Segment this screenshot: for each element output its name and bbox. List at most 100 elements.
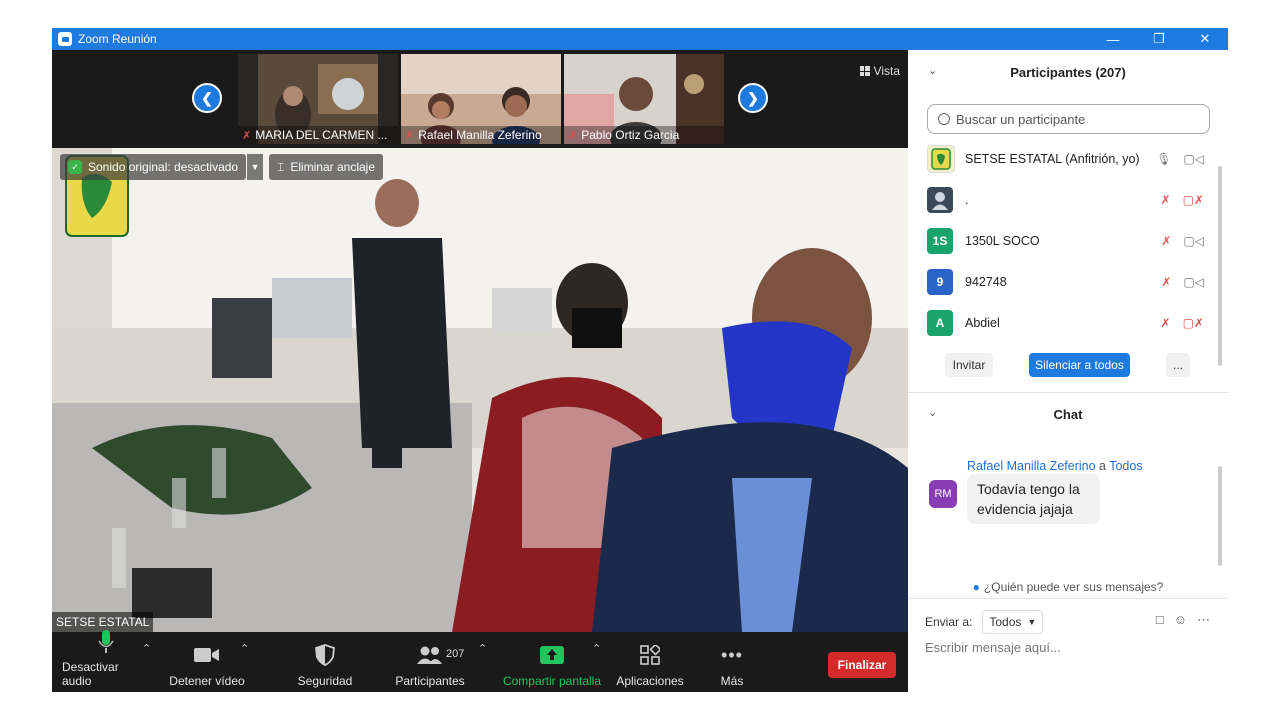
person-icon: ● [972, 580, 980, 594]
mic-muted-icon[interactable]: ✗ [1161, 193, 1171, 207]
mic-muted-icon: ✗ [405, 129, 415, 142]
video-camera-icon[interactable]: ▢◁ [1183, 275, 1204, 289]
emoji-icon[interactable]: ☺ [1174, 612, 1187, 628]
file-icon[interactable]: □ [1156, 612, 1164, 628]
zoom-window: Zoom Reunión — ❐ ✕ ❮ ✗ MARIA DEL CARMEN .… [52, 28, 1228, 692]
participant-actions: Invitar Silenciar a todos ... [908, 353, 1228, 377]
title-bar: Zoom Reunión — ❐ ✕ [52, 28, 1228, 50]
next-page-button[interactable]: ❯ [738, 83, 768, 113]
participant-row[interactable]: 9 942748 ✗ ▢◁ [908, 261, 1218, 302]
participants-options-caret-icon[interactable]: ⌃ [478, 642, 487, 655]
more-label: Más [720, 674, 744, 688]
participant-search-input[interactable]: Buscar un participante [927, 104, 1210, 134]
share-screen-icon [540, 642, 564, 668]
thumbnail-name: MARIA DEL CARMEN ... [255, 128, 388, 142]
grid-view-icon [859, 66, 870, 76]
mic-muted-icon: ✗ [568, 129, 578, 142]
apps-icon [640, 642, 660, 668]
thumbnail-name: Pablo Ortiz Garcia [581, 128, 680, 142]
send-to-row: Enviar a: Todos ▼ [925, 610, 1044, 634]
participant-row[interactable]: 1S 1350L SOCO ✗ ▢◁ [908, 220, 1218, 261]
video-thumbnail[interactable]: ✗ Pablo Ortiz Garcia [564, 54, 724, 144]
participant-row[interactable]: . ✗ ▢✗ [908, 179, 1218, 220]
share-screen-button[interactable]: Compartir pantalla [500, 638, 604, 688]
unpin-label: Eliminar anclaje [290, 160, 376, 174]
close-icon[interactable]: ✕ [1182, 28, 1228, 50]
original-sound-label: Sonido original: desactivado [88, 160, 239, 174]
speaker-video-image [52, 148, 908, 632]
mic-muted-icon[interactable]: ✗ [1161, 275, 1171, 289]
microphone-icon [98, 630, 114, 654]
prev-page-button[interactable]: ❮ [192, 83, 222, 113]
video-camera-icon[interactable]: ▢◁ [1183, 152, 1204, 166]
video-thumbnail[interactable]: ✗ MARIA DEL CARMEN ... [238, 54, 398, 144]
participant-scrollbar[interactable] [1218, 166, 1222, 366]
video-off-icon[interactable]: ▢✗ [1183, 316, 1204, 330]
stop-video-button[interactable]: Detener vídeo [162, 638, 252, 688]
chevron-down-icon: ▼ [1027, 617, 1037, 627]
who-can-see-messages[interactable]: ● ¿Quién puede ver sus mensajes? [908, 578, 1228, 596]
video-thumbnail[interactable]: ✗ Rafael Manilla Zeferino [401, 54, 561, 144]
minimize-icon[interactable]: — [1090, 28, 1136, 50]
meeting-toolbar: Desactivar audio ⌃ Detener vídeo ⌃ Segur… [52, 630, 908, 692]
message-sender-line: Rafael Manilla Zeferino a Todos [967, 459, 1143, 473]
avatar: A [927, 309, 953, 336]
mute-audio-button[interactable]: Desactivar audio [62, 630, 150, 688]
video-overlay-controls: ✓ Sonido original: desactivado ▼ ⌶ Elimi… [60, 154, 384, 180]
collapse-chat-chevron-icon[interactable]: ⌄ [928, 406, 937, 419]
mic-muted-icon[interactable]: ✗ [1161, 234, 1171, 248]
participant-name: 942748 [965, 274, 1007, 289]
more-options-button[interactable]: ... [1166, 353, 1190, 377]
thumbnail-strip: ❮ ✗ MARIA DEL CARMEN ... ✗ Rafael Manill… [52, 50, 908, 148]
video-area: ❮ ✗ MARIA DEL CARMEN ... ✗ Rafael Manill… [52, 50, 908, 632]
chat-header: ⌄ Chat [908, 392, 1228, 436]
invite-button[interactable]: Invitar [945, 353, 993, 377]
video-camera-icon [194, 642, 220, 668]
more-button[interactable]: ••• Más [708, 638, 756, 689]
view-label: Vista [873, 64, 900, 78]
participant-name: Abdiel [965, 315, 1000, 330]
chat-scrollbar[interactable] [1218, 466, 1222, 566]
chat-divider [908, 598, 1228, 599]
end-meeting-button[interactable]: Finalizar [828, 652, 896, 678]
chat-title: Chat [1053, 406, 1083, 422]
message-sender[interactable]: Rafael Manilla Zeferino [967, 459, 1096, 473]
microphone-icon[interactable]: 🎙 [1156, 152, 1171, 166]
video-camera-icon[interactable]: ▢◁ [1183, 234, 1204, 248]
original-sound-dropdown-icon[interactable]: ▼ [247, 154, 264, 180]
unpin-button[interactable]: ⌶ Eliminar anclaje [269, 154, 384, 180]
mute-all-button[interactable]: Silenciar a todos [1029, 353, 1130, 377]
mute-audio-label: Desactivar audio [62, 660, 119, 688]
mic-muted-icon: ✗ [242, 129, 252, 142]
original-sound-badge[interactable]: ✓ Sonido original: desactivado [60, 154, 247, 180]
send-to-select[interactable]: Todos ▼ [982, 610, 1044, 634]
participant-row[interactable]: SETSE ESTATAL (Anfitrión, yo) 🎙 ▢◁ [908, 138, 1218, 179]
video-options-caret-icon[interactable]: ⌃ [240, 642, 249, 655]
search-icon [938, 113, 950, 125]
security-button[interactable]: Seguridad [288, 638, 362, 688]
participants-button[interactable]: Participantes [392, 638, 468, 688]
send-to-value: Todos [989, 615, 1022, 629]
avatar [927, 186, 953, 213]
audio-options-caret-icon[interactable]: ⌃ [142, 642, 151, 655]
share-options-caret-icon[interactable]: ⌃ [592, 642, 601, 655]
message-bubble: Todavía tengo la evidencia jajaja [967, 474, 1100, 524]
more-dots-icon[interactable]: ⋯ [1197, 612, 1210, 628]
participant-name: SETSE ESTATAL (Anfitrión, yo) [965, 151, 1140, 166]
chat-actions: □ ☺ ⋯ [1156, 612, 1210, 628]
message-recipient: Todos [1109, 459, 1143, 473]
send-to-label: Enviar a: [925, 615, 973, 629]
chat-message-input[interactable]: Escribir mensaje aquí... [925, 640, 1061, 655]
active-speaker-video: ✓ Sonido original: desactivado ▼ ⌶ Elimi… [52, 148, 908, 632]
window-title: Zoom Reunión [78, 32, 157, 46]
mic-muted-icon[interactable]: ✗ [1161, 316, 1171, 330]
restore-icon[interactable]: ❐ [1136, 28, 1182, 50]
video-off-icon[interactable]: ▢✗ [1183, 193, 1204, 207]
apps-button[interactable]: Aplicaciones [614, 638, 686, 688]
collapse-participants-chevron-icon[interactable]: ⌄ [928, 64, 937, 77]
view-button[interactable]: Vista [859, 64, 900, 78]
participant-name: . [965, 192, 969, 207]
participants-icon [417, 642, 443, 668]
participant-row[interactable]: A Abdiel ✗ ▢✗ [908, 302, 1218, 343]
participants-header: ⌄ Participantes (207) [908, 50, 1228, 94]
